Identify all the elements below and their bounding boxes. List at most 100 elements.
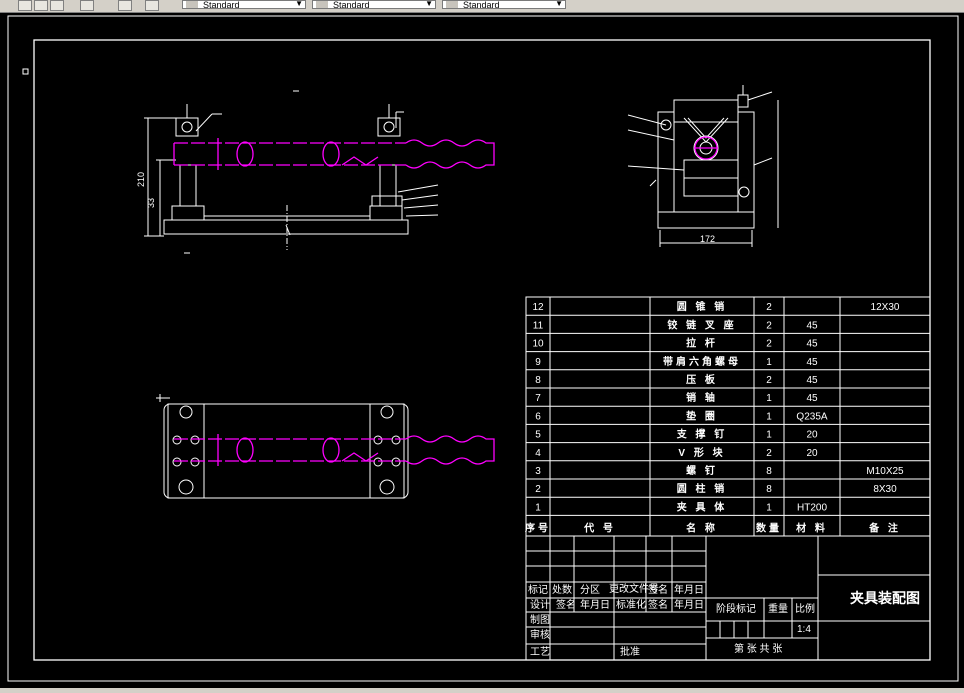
ucs-marker-icon[interactable]	[22, 68, 29, 75]
drawing-frame	[33, 39, 931, 661]
bom-table	[525, 296, 931, 537]
text-style-icon	[186, 1, 198, 8]
dim-33: 33	[146, 198, 156, 208]
bom-cell-name: 支 撑 钉	[676, 428, 728, 441]
side-view[interactable]	[627, 85, 779, 247]
bom-cell-no: 11	[533, 320, 544, 331]
tb-standardize: 标准化	[616, 598, 646, 611]
bom-cell-qty: 2	[766, 302, 772, 313]
tb-sign3: 签名	[648, 598, 668, 611]
bom-cell-no: 10	[532, 339, 544, 350]
bom-cell-qty: 2	[766, 375, 772, 386]
tb-draw: 制图	[530, 613, 550, 626]
bom-cell-material: 20	[806, 430, 818, 441]
bom-cell-no: 9	[535, 357, 541, 368]
bom-header-material: 材 料	[796, 521, 828, 534]
bom-cell-material: 45	[806, 375, 818, 386]
front-workpiece[interactable]	[173, 138, 495, 170]
drawing-canvas[interactable]: 210 33 172 12 圆 锥 销 2 12X3011 铰 链 叉 座 2 …	[0, 12, 964, 688]
bom-cell-name: 压 板	[686, 373, 718, 386]
bom-header-name: 名 称	[686, 521, 718, 534]
bom-cell-material: 45	[806, 320, 818, 331]
tb-scale-value: 1:4	[797, 624, 811, 635]
bom-cell-qty: 1	[766, 411, 772, 422]
bom-cell-name: V 形 块	[678, 446, 725, 459]
bom-cell-name: 铰 链 叉 座	[667, 318, 736, 331]
bom-header-code: 代 号	[583, 521, 616, 534]
text-style-select[interactable]: Standard ▼	[182, 0, 306, 9]
bom-cell-no: 7	[535, 393, 541, 404]
front-view[interactable]	[144, 90, 439, 254]
tb-sheets: 第 张 共 张	[734, 642, 782, 655]
tb-count: 处数	[552, 583, 572, 596]
bom-cell-name: 带肩六角螺母	[663, 355, 741, 368]
bom-cell-qty: 1	[766, 393, 772, 404]
bom-cell-no: 12	[532, 302, 544, 313]
bom-cell-name: 拉 杆	[686, 337, 718, 350]
bom-cell-material: 45	[806, 339, 818, 350]
bom-cell-name: 圆 柱 销	[677, 482, 728, 495]
drawing-title: 夹具装配图	[850, 590, 920, 606]
bom-cell-no: 3	[535, 466, 541, 477]
dim-style-select[interactable]: Standard ▼	[312, 0, 436, 9]
bom-cell-no: 6	[535, 411, 541, 422]
pointer-icon[interactable]	[118, 0, 132, 11]
star-icon[interactable]	[80, 0, 94, 11]
save-icon[interactable]	[50, 0, 64, 11]
new-icon[interactable]	[18, 0, 32, 11]
side-workpiece[interactable]	[694, 136, 718, 160]
dim-172: 172	[700, 234, 715, 244]
tb-design: 设计	[530, 598, 550, 611]
bom-header-qty: 数量	[756, 521, 782, 534]
chevron-down-icon[interactable]: ▼	[555, 1, 563, 8]
bom-header-no: 序号	[525, 521, 551, 534]
tb-sign2: 签名	[556, 598, 576, 611]
paint-icon[interactable]	[145, 0, 159, 11]
top-workpiece[interactable]	[174, 434, 495, 466]
dim-style-icon	[316, 1, 328, 8]
bom-cell-no: 1	[535, 502, 541, 513]
tb-stage-mark: 阶段标记	[716, 602, 756, 615]
bom-cell-qty: 1	[766, 430, 772, 441]
open-icon[interactable]	[34, 0, 48, 11]
bom-cell-name: 垫 圈	[686, 409, 718, 422]
bom-cell-name: 螺 钉	[686, 464, 718, 477]
bom-cell-note: 8X30	[873, 484, 897, 495]
bom-cell-material: 45	[806, 393, 818, 404]
text-style-value: Standard	[203, 0, 240, 9]
bom-cell-qty: 8	[766, 466, 772, 477]
bom-cell-note: 12X30	[871, 302, 900, 313]
top-view[interactable]	[156, 394, 409, 499]
bom-cell-qty: 1	[766, 357, 772, 368]
bom-cell-material: 45	[806, 357, 818, 368]
tb-date3: 年月日	[674, 598, 704, 611]
tb-date: 年月日	[674, 583, 704, 596]
bom-cell-material: Q235A	[796, 411, 827, 422]
tb-check: 审核	[530, 628, 550, 641]
table-style-select[interactable]: Standard ▼	[442, 0, 566, 9]
bom-cell-name: 销 轴	[686, 391, 718, 404]
bom-cell-name: 夹 具 体	[677, 500, 728, 513]
bom-header-note: 备 注	[868, 521, 901, 534]
chevron-down-icon[interactable]: ▼	[425, 1, 433, 8]
bom-cell-material: HT200	[797, 502, 827, 513]
bom-cell-note: M10X25	[866, 466, 904, 477]
status-bar	[0, 688, 964, 693]
tb-weight: 重量	[768, 602, 788, 615]
bom-cell-qty: 1	[766, 502, 772, 513]
bom-cell-no: 2	[535, 484, 541, 495]
tb-approve: 批准	[620, 645, 640, 658]
table-style-icon	[446, 1, 458, 8]
bom-cell-no: 5	[535, 430, 541, 441]
bom-cell-name: 圆 锥 销	[677, 300, 728, 313]
table-style-value: Standard	[463, 0, 500, 9]
bom-cell-qty: 2	[766, 339, 772, 350]
tb-zone: 分区	[580, 584, 600, 596]
tb-mark: 标记	[528, 584, 548, 596]
bom-cell-qty: 2	[766, 448, 772, 459]
bom-cell-no: 4	[535, 448, 541, 459]
bom-cell-qty: 2	[766, 320, 772, 331]
bom-rows: 12 圆 锥 销 2 12X3011 铰 链 叉 座 2 4510 拉 杆 2 459 带肩六角螺母…	[525, 300, 930, 534]
chevron-down-icon[interactable]: ▼	[295, 1, 303, 8]
tb-scale: 比例	[795, 602, 815, 615]
